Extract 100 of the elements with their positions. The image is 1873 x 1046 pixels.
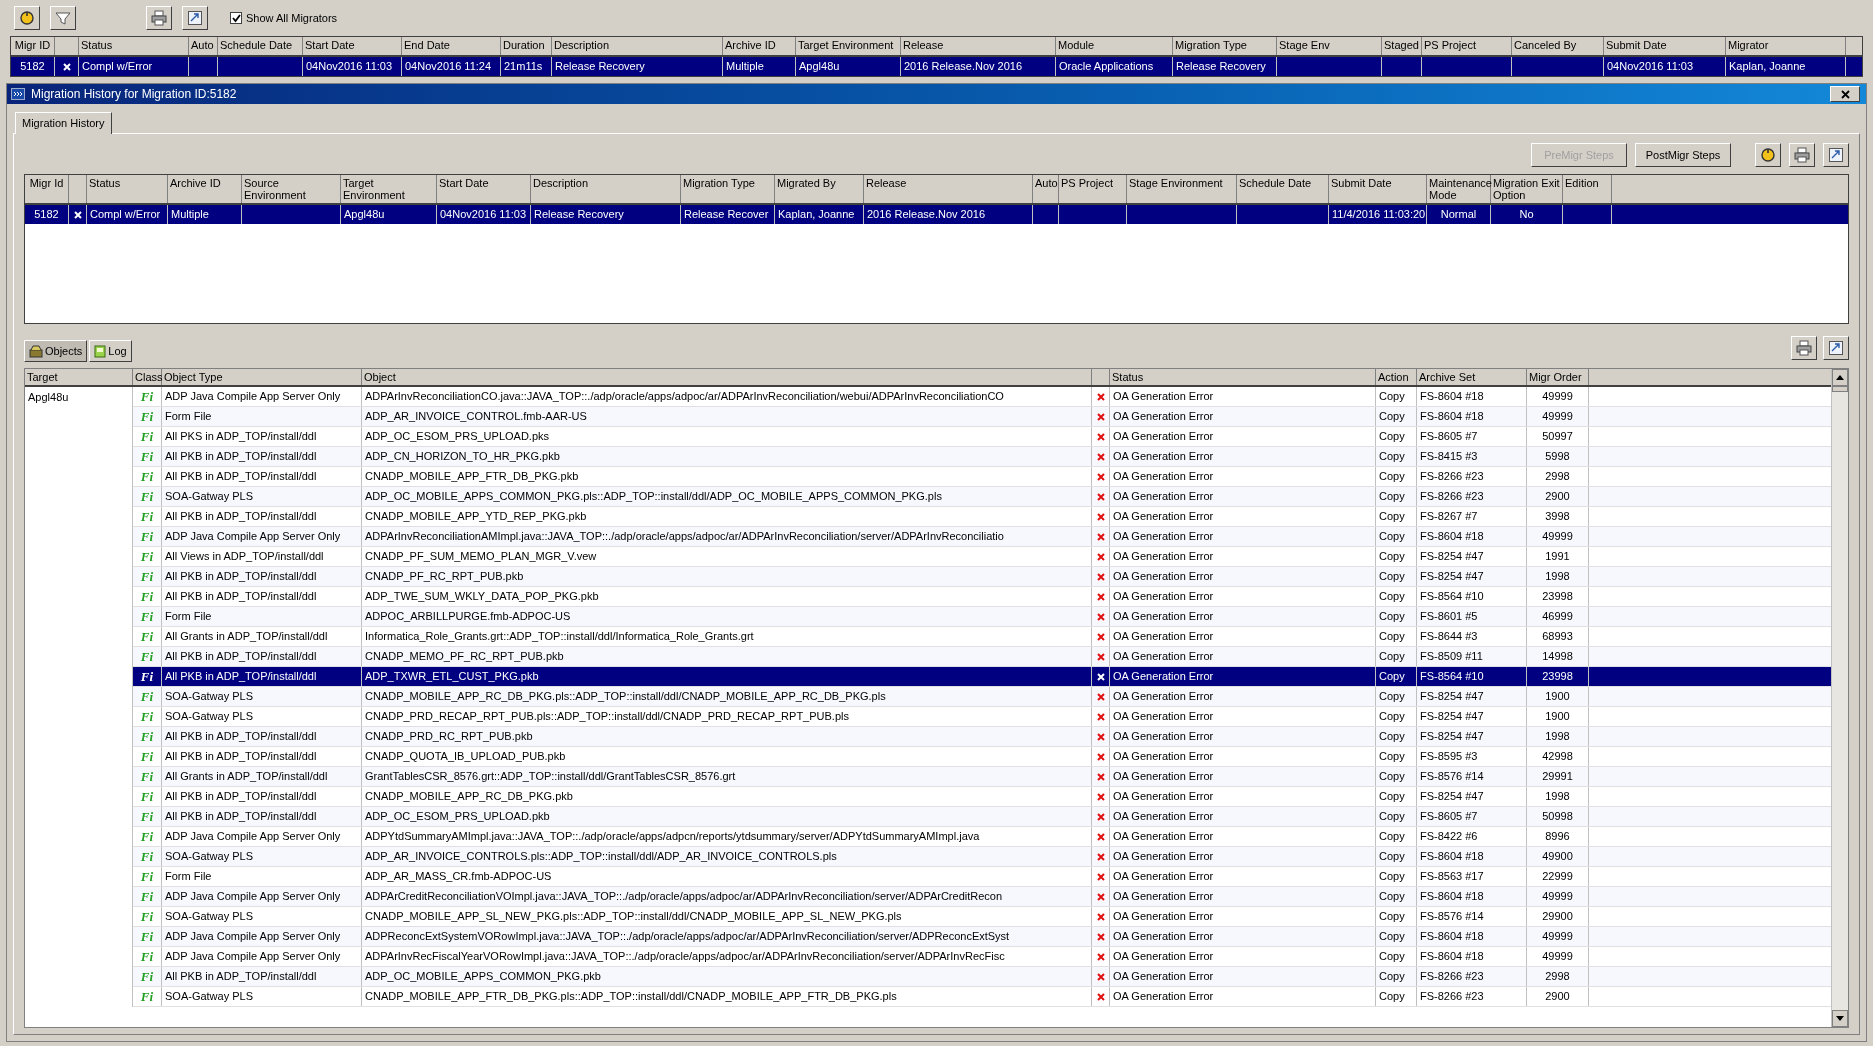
column-header[interactable]: Duration [501, 37, 552, 55]
table-row[interactable]: Fi ADP Java Compile App Server Only ADPArInvReconciliationCO.java::JAVA_TOP::./adp/oracle/apps/adpoc/ar/ADPArInvReconciliation/webui/ADPArInvReconciliationCO OA Generation Error Copy FS-8604 #18 49999 [133, 387, 1831, 407]
table-row[interactable]: Fi All PKB in ADP_TOP/install/ddl CNADP_QUOTA_IB_UPLOAD_PUB.pkb OA Generation Error Copy FS-8595 #3 42998 [133, 747, 1831, 767]
column-header[interactable]: Release [864, 175, 1033, 203]
table-row[interactable]: Fi All PKB in ADP_TOP/install/ddl CNADP_PRD_RC_RPT_PUB.pkb OA Generation Error Copy FS-8254 #47 1998 [133, 727, 1831, 747]
table-row[interactable]: Fi All PKB in ADP_TOP/install/ddl CNADP_MOBILE_APP_RC_DB_PKG.pkb OA Generation Error Copy FS-8254 #47 1998 [133, 787, 1831, 807]
table-row[interactable]: Fi SOA-Gatway PLS ADP_AR_INVOICE_CONTROLS.pls::ADP_TOP::install/ddl/ADP_AR_INVOICE_CONTROLS.pls OA Generation Error Copy FS-8604 #18 49900 [133, 847, 1831, 867]
print-button[interactable] [1789, 143, 1815, 167]
table-row[interactable]: Fi SOA-Gatway PLS CNADP_MOBILE_APP_FTR_DB_PKG.pls::ADP_TOP::install/ddl/CNADP_MOBILE_APP_FTR_DB_PKG.pls OA Generation Error Copy FS-8266 #23 2900 [133, 987, 1831, 1007]
column-header[interactable]: Submit Date [1604, 37, 1726, 55]
column-header[interactable]: Release [901, 37, 1056, 55]
column-header[interactable]: Object Type [162, 369, 362, 385]
table-row[interactable]: Fi All Grants in ADP_TOP/install/ddl Informatica_Role_Grants.grt::ADP_TOP::install/ddl/Informatica_Role_Grants.grt OA Generation Error Copy FS-8644 #3 68993 [133, 627, 1831, 647]
table-row[interactable] [133, 527, 1831, 547]
column-header[interactable]: Migrator [1726, 37, 1846, 55]
table-row[interactable]: Fi All PKS in ADP_TOP/install/ddl ADP_OC_ESOM_PRS_UPLOAD.pks OA Generation Error Copy FS-8605 #7 50997 [133, 427, 1831, 447]
column-header[interactable]: Edition [1563, 175, 1612, 203]
table-row[interactable]: 5182 Compl w/Error 04Nov2016 11:03 04Nov2016 11:24 21m11s Release Recovery Multiple Apgl48u 2016 Release.Nov 2016 Oracle Applications Release Recovery 04Nov2016 11:03 Kaplan, Joanne [11, 57, 1862, 76]
table-row[interactable]: Fi ADP Java Compile App Server Only ADPReconcExtSystemVORowImpl.java::JAVA_TOP::./adp/oracle/apps/adpoc/ar/ADPArInvReconciliation/server/ADPReconcExtSyst OA Generation Error Copy FS-8604 #18 49999 [133, 927, 1831, 947]
column-header[interactable]: Auto [1033, 175, 1059, 203]
column-header[interactable]: Object [362, 369, 1092, 385]
table-row[interactable]: Fi ADP Java Compile App Server Only ADPArInvRecFiscalYearVORowImpl.java::JAVA_TOP::./adp/oracle/apps/adpoc/ar/ADPArInvReconciliation/server/ADPArInvRecFisc OA Generation Error Copy FS-8604 #18 49999 [133, 947, 1831, 967]
column-header[interactable]: Schedule Date [1237, 175, 1329, 203]
tab[interactable]: Objects [24, 340, 88, 362]
table-row[interactable]: Fi All Views in ADP_TOP/install/ddl CNADP_PF_SUM_MEMO_PLAN_MGR_V.vew OA Generation Error Copy FS-8254 #47 1991 [133, 547, 1831, 567]
table-row[interactable]: Fi All PKB in ADP_TOP/install/ddl CNADP_PF_RC_RPT_PUB.pkb OA Generation Error Copy FS-8254 #47 1998 [133, 567, 1831, 587]
table-cell: FS-8576 #14 [1417, 907, 1527, 926]
table-row[interactable]: 5182 Compl w/Error Multiple Apgl48u 04Nov2016 11:03 Release Recovery Release Recover Kaplan, Joanne 2016 Release.Nov 2016 11/4/2016 11:03:20 Normal No [25, 205, 1848, 224]
column-header[interactable]: Class [133, 369, 162, 385]
column-header[interactable]: Description [531, 175, 681, 203]
column-header[interactable]: Target [25, 369, 133, 385]
column-header[interactable]: Source Environment [242, 175, 341, 203]
table-row[interactable]: Fi SOA-Gatway PLS ADP_OC_MOBILE_APPS_COMMON_PKG.pls::ADP_TOP::install/ddl/ADP_OC_MOBILE_APPS_COMMON_PKG.pls OA Generation Error Copy FS-8266 #23 2900 [133, 487, 1831, 507]
column-header[interactable]: Migr Id [25, 175, 69, 203]
tab[interactable]: Migration History [15, 112, 112, 134]
filter-button[interactable] [50, 6, 76, 30]
refresh-button[interactable] [1755, 143, 1781, 167]
column-header[interactable]: Migr ID [11, 37, 55, 55]
cross-icon [1096, 952, 1105, 961]
column-header[interactable]: Stage Environment [1127, 175, 1237, 203]
column-header[interactable]: Description [552, 37, 723, 55]
column-header[interactable]: Stage Env [1277, 37, 1382, 55]
table-row[interactable]: Fi All PKB in ADP_TOP/install/ddl ADP_CN_HORIZON_TO_HR_PKG.pkb OA Generation Error Copy FS-8415 #3 5998 [133, 447, 1831, 467]
column-header[interactable]: Migrated By [775, 175, 864, 203]
refresh-button[interactable] [14, 6, 40, 30]
scroll-thumb[interactable] [1832, 386, 1848, 392]
column-header[interactable]: Archive Set [1417, 369, 1527, 385]
table-row[interactable]: Fi SOA-Gatway PLS CNADP_PRD_RECAP_RPT_PUB.pls::ADP_TOP::install/ddl/CNADP_PRD_RECAP_RPT_PUB.pls OA Generation Error Copy FS-8254 #47 1900 [133, 707, 1831, 727]
column-header[interactable]: Staged [1382, 37, 1422, 55]
tab[interactable]: Log [89, 340, 132, 362]
column-header[interactable]: Schedule Date [218, 37, 303, 55]
column-header[interactable]: Maintenance Mode [1427, 175, 1491, 203]
column-header[interactable]: Archive ID [723, 37, 796, 55]
table-row[interactable]: Fi All PKB in ADP_TOP/install/ddl ADP_TXWR_ETL_CUST_PKG.pkb OA Generation Error Copy FS-8564 #10 23998 [133, 667, 1831, 687]
column-header[interactable]: Status [79, 37, 189, 55]
show-all-migrators-checkbox[interactable]: Show All Migrators [230, 9, 338, 27]
step-button[interactable]: PostMigr Steps [1635, 143, 1731, 167]
column-header[interactable]: Action [1376, 369, 1417, 385]
column-header[interactable]: Start Date [437, 175, 531, 203]
print-button[interactable] [146, 6, 172, 30]
table-row[interactable]: Fi All PKB in ADP_TOP/install/ddl CNADP_MEMO_PF_RC_RPT_PUB.pkb OA Generation Error Copy FS-8509 #11 14998 [133, 647, 1831, 667]
table-row[interactable]: Fi All PKB in ADP_TOP/install/ddl ADP_OC_MOBILE_APPS_COMMON_PKG.pkb OA Generation Error Copy FS-8266 #23 2998 [133, 967, 1831, 987]
column-header[interactable]: Submit Date [1329, 175, 1427, 203]
table-row[interactable]: Fi All PKB in ADP_TOP/install/ddl CNADP_MOBILE_APP_YTD_REP_PKG.pkb OA Generation Error Copy FS-8267 #7 3998 [133, 507, 1831, 527]
column-header[interactable]: PS Project [1059, 175, 1127, 203]
table-row[interactable]: Fi All PKB in ADP_TOP/install/ddl ADP_OC_ESOM_PRS_UPLOAD.pkb OA Generation Error Copy FS-8605 #7 50998 [133, 807, 1831, 827]
table-row[interactable]: Fi ADP Java Compile App Server Only ADPYtdSummaryAMImpl.java::JAVA_TOP::./adp/oracle/apps/adpcn/reports/ytdsummary/server/ADPYtdSummaryAMImpl.java OA Generation Error Copy FS-8422 #6 8996 [133, 827, 1831, 847]
column-header[interactable]: Status [1110, 369, 1376, 385]
column-header[interactable]: Migr Order [1527, 369, 1589, 385]
column-header[interactable]: End Date [402, 37, 501, 55]
column-header[interactable]: Module [1056, 37, 1173, 55]
table-row[interactable]: Fi ADP Java Compile App Server Only ADPArCreditReconciliationVOImpl.java::JAVA_TOP::./adp/oracle/apps/adpoc/ar/ADPArInvReconciliation/server/ADPArCreditRecon OA Generation Error Copy FS-8604 #18 49999 [133, 887, 1831, 907]
close-button[interactable] [1830, 86, 1860, 102]
column-header[interactable]: Migration Type [681, 175, 775, 203]
column-header[interactable]: Status [87, 175, 168, 203]
table-row[interactable]: Fi Form File ADP_AR_MASS_CR.fmb-ADPOC-US OA Generation Error Copy FS-8563 #17 22999 [133, 867, 1831, 887]
column-header[interactable]: Auto [189, 37, 218, 55]
column-header[interactable]: Migration Type [1173, 37, 1277, 55]
column-header[interactable]: Migration Exit Option [1491, 175, 1563, 203]
export-button[interactable] [1823, 336, 1849, 360]
column-header[interactable]: Canceled By [1512, 37, 1604, 55]
column-header[interactable]: PS Project [1422, 37, 1512, 55]
table-cell: All PKB in ADP_TOP/install/ddl [162, 807, 362, 826]
table-row[interactable]: Fi SOA-Gatway PLS CNADP_MOBILE_APP_SL_NEW_PKG.pls::ADP_TOP::install/ddl/CNADP_MOBILE_APP_SL_NEW_PKG.pls OA Generation Error Copy FS-8576 #14 29900 [133, 907, 1831, 927]
column-header[interactable]: Archive ID [168, 175, 242, 203]
column-header[interactable]: Target Environment [341, 175, 437, 203]
table-row[interactable]: Fi All PKB in ADP_TOP/install/ddl CNADP_MOBILE_APP_FTR_DB_PKG.pkb OA Generation Error Copy FS-8266 #23 2998 [133, 467, 1831, 487]
export-button[interactable] [182, 6, 208, 30]
table-row[interactable]: Fi Form File ADP_AR_INVOICE_CONTROL.fmb-AAR-US OA Generation Error Copy FS-8604 #18 49999 [133, 407, 1831, 427]
table-row[interactable]: Fi All Grants in ADP_TOP/install/ddl GrantTablesCSR_8576.grt::ADP_TOP::install/ddl/GrantTablesCSR_8576.grt OA Generation Error Copy FS-8576 #14 29991 [133, 767, 1831, 787]
scrollbar[interactable] [1831, 369, 1848, 1027]
table-row[interactable]: Fi All PKB in ADP_TOP/install/ddl ADP_TWE_SUM_WKLY_DATA_POP_PKG.pkb OA Generation Error Copy FS-8564 #10 23998 [133, 587, 1831, 607]
table-row[interactable]: Fi SOA-Gatway PLS CNADP_MOBILE_APP_RC_DB_PKG.pls::ADP_TOP::install/ddl/CNADP_MOBILE_APP_RC_DB_PKG.pls OA Generation Error Copy FS-8254 #47 1900 [133, 687, 1831, 707]
column-header[interactable]: Start Date [303, 37, 402, 55]
table-row[interactable]: Fi Form File ADPOC_ARBILLPURGE.fmb-ADPOC-US OA Generation Error Copy FS-8601 #5 46999 [133, 607, 1831, 627]
print-button[interactable] [1791, 336, 1817, 360]
column-header[interactable]: Target Environment [796, 37, 901, 55]
export-button[interactable] [1823, 143, 1849, 167]
scroll-up-icon[interactable] [1832, 369, 1848, 386]
scroll-down-icon[interactable] [1832, 1010, 1848, 1027]
